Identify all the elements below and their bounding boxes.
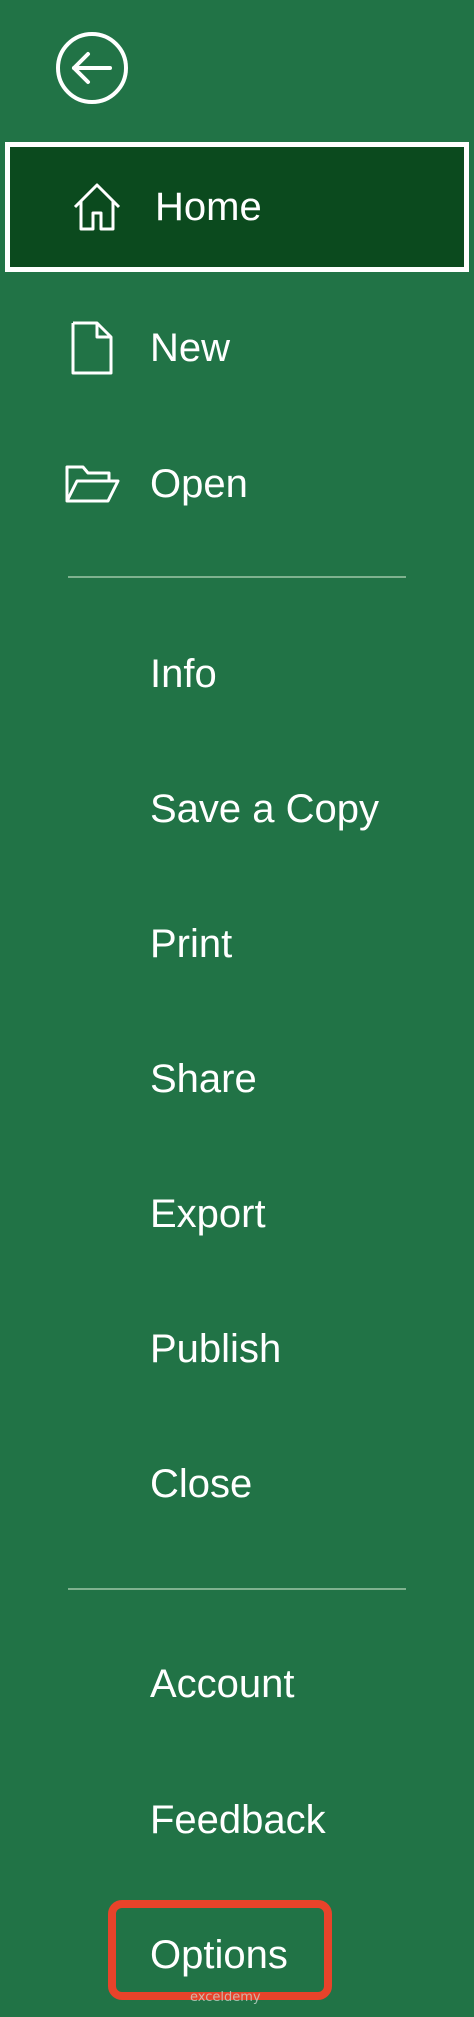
- nav-item-label: Open: [150, 462, 248, 506]
- nav-item-label: Save a Copy: [150, 787, 380, 831]
- nav-item-label: Close: [150, 1462, 253, 1506]
- nav-item-print[interactable]: Print: [0, 894, 474, 994]
- nav-item-label: New: [150, 326, 231, 370]
- menu-divider: [68, 1588, 406, 1590]
- nav-item-share[interactable]: Share: [0, 1029, 474, 1129]
- nav-item-label: Home: [155, 185, 262, 229]
- nav-item-label: Share: [150, 1057, 257, 1101]
- backstage-panel: Home New Open Info Save a Copy Print Sha: [0, 0, 474, 2017]
- nav-item-account[interactable]: Account: [0, 1634, 474, 1734]
- nav-item-feedback[interactable]: Feedback: [0, 1770, 474, 1870]
- nav-item-label: Info: [150, 652, 217, 696]
- nav-item-close[interactable]: Close: [0, 1434, 474, 1534]
- nav-item-label: Export: [150, 1192, 266, 1236]
- back-button[interactable]: [52, 28, 132, 108]
- nav-item-info[interactable]: Info: [0, 624, 474, 724]
- watermark-text: exceldemy: [190, 1990, 261, 2005]
- home-icon: [67, 177, 127, 237]
- nav-item-publish[interactable]: Publish: [0, 1299, 474, 1399]
- nav-item-label: Publish: [150, 1327, 282, 1371]
- open-folder-icon: [62, 454, 122, 514]
- nav-item-home[interactable]: Home: [5, 142, 469, 272]
- nav-item-open[interactable]: Open: [0, 434, 474, 534]
- nav-item-save-a-copy[interactable]: Save a Copy: [0, 759, 474, 859]
- nav-item-label: Account: [150, 1662, 295, 1706]
- menu-divider: [68, 576, 406, 578]
- nav-item-new[interactable]: New: [0, 298, 474, 398]
- nav-item-label: Feedback: [150, 1798, 326, 1842]
- arrow-left-circle-icon: [56, 32, 128, 104]
- nav-item-label: Print: [150, 922, 233, 966]
- watermark: exceldemy: [190, 1990, 261, 2005]
- nav-item-label: Options: [150, 1933, 288, 1977]
- nav-item-export[interactable]: Export: [0, 1164, 474, 1264]
- new-document-icon: [62, 318, 122, 378]
